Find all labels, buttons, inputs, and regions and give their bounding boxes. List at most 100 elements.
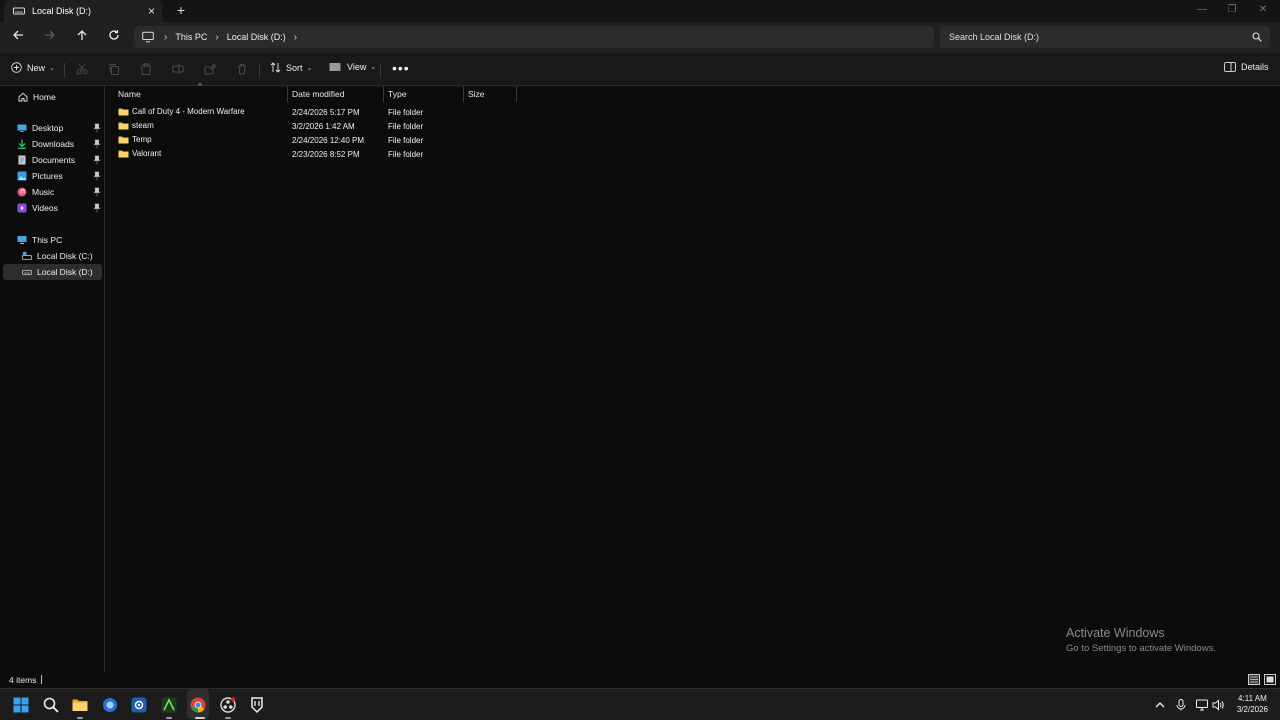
pin-icon[interactable] <box>93 187 101 196</box>
sidebar-item-label: Documents <box>32 155 75 165</box>
refresh-icon <box>109 30 119 40</box>
sidebar-item-downloads[interactable]: Downloads <box>0 136 104 152</box>
pin-icon[interactable] <box>93 139 101 148</box>
arrow-right-icon <box>45 30 55 40</box>
column-size[interactable]: Size <box>464 86 517 102</box>
pin-icon[interactable] <box>93 171 101 180</box>
sidebar-item-local-disk-d[interactable]: Local Disk (D:) <box>3 264 102 280</box>
sort-label: Sort <box>286 62 303 73</box>
address-bar[interactable]: › This PC › Local Disk (D:) › <box>134 26 934 48</box>
file-name: Valorant <box>132 149 162 158</box>
file-row[interactable]: Call of Duty 4 - Modern Warfare 2/24/202… <box>112 106 532 120</box>
column-name[interactable]: Name <box>114 86 288 102</box>
sidebar-item-pictures[interactable]: Pictures <box>0 168 104 184</box>
pin-icon[interactable] <box>93 155 101 164</box>
file-name: Temp <box>132 135 152 144</box>
column-type[interactable]: Type <box>384 86 464 102</box>
sort-button[interactable]: Sort ⌄ <box>270 62 312 73</box>
chevron-right-icon[interactable]: › <box>294 32 297 43</box>
activation-watermark: Activate Windows Go to Settings to activ… <box>1066 626 1216 654</box>
close-window-button[interactable]: ✕ <box>1255 3 1271 17</box>
view-icon <box>329 63 341 71</box>
sidebar-item-label: Videos <box>32 203 58 213</box>
search-icon[interactable] <box>43 697 59 713</box>
file-date: 3/2/2026 1:42 AM <box>292 122 355 131</box>
game-launcher-icon[interactable] <box>161 697 177 713</box>
title-bar: Local Disk (D:) × + — ❐ ✕ <box>0 0 1280 22</box>
sidebar-item-local-disk-c[interactable]: Local Disk (C:) <box>0 248 104 264</box>
taskbar: 4:11 AM 3/2/2026 <box>0 688 1280 720</box>
microphone-icon[interactable] <box>1175 699 1187 711</box>
arrow-up-icon <box>77 30 87 40</box>
item-count: 4 items <box>9 675 37 685</box>
pin-icon[interactable] <box>93 203 101 212</box>
share-icon[interactable] <box>204 63 216 75</box>
new-button[interactable]: New ⌄ <box>11 62 55 73</box>
clock-time: 4:11 AM <box>1238 694 1267 703</box>
windows-start-icon[interactable] <box>13 697 29 713</box>
cut-icon[interactable] <box>76 63 88 75</box>
details-view-toggle[interactable] <box>1248 674 1260 685</box>
settings-app-icon[interactable] <box>131 697 147 713</box>
restore-button[interactable]: ❐ <box>1224 3 1240 17</box>
search-input[interactable] <box>949 32 1239 42</box>
plus-circle-icon <box>11 62 22 73</box>
volume-icon[interactable] <box>1212 699 1224 711</box>
folder-icon <box>118 150 129 158</box>
chrome-icon[interactable] <box>190 697 206 713</box>
divider <box>41 675 42 684</box>
copy-icon[interactable] <box>108 63 120 75</box>
delete-icon[interactable] <box>236 63 248 75</box>
address-row: › This PC › Local Disk (D:) › <box>0 22 1280 53</box>
vanguard-icon[interactable] <box>249 697 265 713</box>
downloads-icon <box>18 139 26 149</box>
file-row[interactable]: Temp 2/24/2026 12:40 PM File folder <box>112 134 532 148</box>
new-tab-button[interactable]: + <box>174 3 188 17</box>
paste-icon[interactable] <box>140 63 152 75</box>
file-type: File folder <box>388 150 424 159</box>
minimize-button[interactable]: — <box>1194 3 1210 17</box>
documents-icon <box>18 155 26 165</box>
file-row[interactable]: steam 3/2/2026 1:42 AM File folder <box>112 120 532 134</box>
column-date-modified[interactable]: Date modified <box>288 86 384 102</box>
divider <box>380 63 381 77</box>
file-name: steam <box>132 121 154 130</box>
sidebar-item-music[interactable]: Music <box>0 184 104 200</box>
details-pane-icon <box>1224 62 1236 72</box>
pictures-icon <box>17 171 27 181</box>
file-type: File folder <box>388 136 424 145</box>
back-button[interactable] <box>10 29 26 45</box>
videos-icon <box>17 203 27 213</box>
sidebar-item-desktop[interactable]: Desktop <box>0 120 104 136</box>
forward-button[interactable] <box>42 29 58 45</box>
large-icons-view-toggle[interactable] <box>1264 674 1276 685</box>
details-label: Details <box>1241 62 1269 72</box>
drive-icon <box>13 7 25 15</box>
pin-icon[interactable] <box>93 123 101 132</box>
search-box[interactable] <box>940 26 1270 48</box>
file-row[interactable]: Valorant 2/23/2026 8:52 PM File folder <box>112 148 532 162</box>
breadcrumb-this-pc[interactable]: This PC <box>175 32 207 42</box>
chevron-right-icon[interactable]: › <box>164 32 167 43</box>
network-icon[interactable] <box>1196 699 1208 711</box>
view-button[interactable]: View ⌄ <box>329 62 376 72</box>
chevron-up-icon[interactable] <box>1154 699 1166 711</box>
file-explorer-icon[interactable] <box>72 697 88 713</box>
system-clock[interactable]: 4:11 AM 3/2/2026 <box>1237 693 1268 715</box>
sidebar-item-home[interactable]: Home <box>0 89 104 105</box>
details-button[interactable]: Details <box>1224 62 1269 72</box>
refresh-button[interactable] <box>106 29 122 45</box>
tab-local-disk-d[interactable]: Local Disk (D:) × <box>4 0 162 22</box>
rename-icon[interactable] <box>172 63 184 75</box>
sidebar-item-videos[interactable]: Videos <box>0 200 104 216</box>
sidebar-item-this-pc[interactable]: This PC <box>0 232 104 248</box>
up-button[interactable] <box>74 29 90 45</box>
app-icon[interactable] <box>102 697 118 713</box>
more-options-button[interactable]: ••• <box>392 60 410 76</box>
close-tab-button[interactable]: × <box>148 4 155 18</box>
obs-icon[interactable] <box>220 697 236 713</box>
breadcrumb-local-disk-d[interactable]: Local Disk (D:) <box>227 32 286 42</box>
chevron-right-icon[interactable]: › <box>215 32 218 43</box>
sidebar-item-documents[interactable]: Documents <box>0 152 104 168</box>
file-name: Call of Duty 4 - Modern Warfare <box>132 107 245 116</box>
